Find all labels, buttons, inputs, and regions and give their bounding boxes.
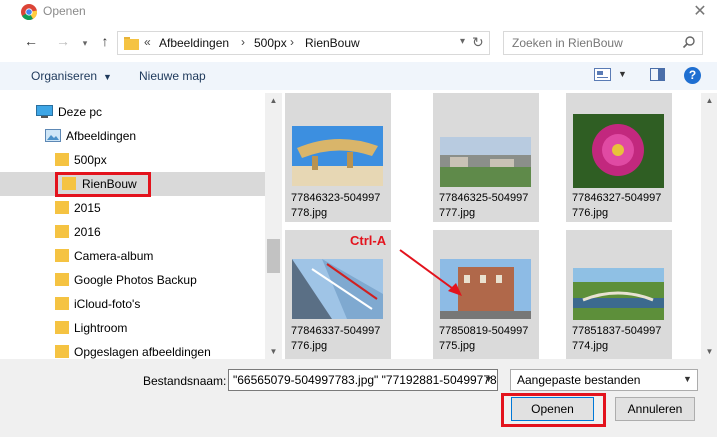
tree-label: Lightroom	[74, 321, 128, 335]
scroll-down-icon[interactable]: ▼	[265, 347, 282, 356]
file-type-select[interactable]: Aangepaste bestanden ▼	[510, 369, 698, 391]
scroll-up-icon[interactable]: ▲	[265, 96, 282, 105]
file-name: 77846323-504997 778.jpg	[291, 192, 381, 219]
file-tile[interactable]: 77846323-504997 778.jpg	[285, 93, 391, 222]
folder-icon	[55, 249, 69, 262]
tree-item-opgeslagen-afbeeldingen[interactable]: Opgeslagen afbeeldingen	[0, 340, 265, 359]
tree-label: Google Photos Backup	[74, 273, 197, 287]
file-name: 77846327-504997 776.jpg	[572, 192, 662, 219]
tree-item-deze-pc[interactable]: Deze pc	[0, 100, 265, 124]
tree-label: Afbeeldingen	[66, 129, 137, 143]
tree-item-google-photos-backup[interactable]: Google Photos Backup	[0, 268, 265, 292]
file-tile[interactable]: 77846337-504997 776.jpg	[285, 230, 391, 359]
search-placeholder: Zoeken in RienBouw	[512, 36, 623, 50]
tree-item-2015[interactable]: 2015	[0, 196, 265, 220]
file-name: 77850819-504997 775.jpg	[439, 325, 529, 352]
tree-item-camera-album[interactable]: Camera-album	[0, 244, 265, 268]
refresh-icon[interactable]: ↻	[472, 34, 484, 51]
file-name: 77846337-504997 776.jpg	[291, 325, 381, 352]
thumbnail	[573, 268, 664, 320]
filename-input[interactable]: "66565079-504997783.jpg" "77192881-50499…	[228, 369, 498, 391]
folder-icon	[55, 345, 69, 358]
thumbnail	[440, 137, 531, 187]
scroll-down-icon[interactable]: ▼	[701, 347, 717, 356]
breadcrumb-rienbouw[interactable]: RienBouw	[305, 36, 360, 50]
computer-icon	[36, 105, 53, 118]
title-bar: Openen ✕	[0, 0, 717, 24]
thumbnail	[292, 126, 383, 186]
forward-arrow-icon[interactable]: →	[54, 33, 72, 49]
folder-icon	[55, 321, 69, 334]
breadcrumb-overflow[interactable]: «	[144, 35, 151, 49]
organize-menu[interactable]: Organiseren ▼	[31, 69, 112, 83]
up-arrow-icon[interactable]: ↑	[96, 33, 114, 49]
cancel-button[interactable]: Annuleren	[615, 397, 695, 421]
annotation-arrow	[399, 249, 462, 296]
filename-value: "66565079-504997783.jpg" "77192881-50499…	[233, 373, 497, 387]
file-tile[interactable]: 77851837-504997 774.jpg	[566, 230, 672, 359]
tree-label: Deze pc	[58, 105, 103, 119]
tree-item-icloud-fotos[interactable]: iCloud-foto's	[0, 292, 265, 316]
folder-icon	[55, 273, 69, 286]
tree-label: 2015	[74, 201, 101, 215]
tree-label: Opgeslagen afbeeldingen	[74, 345, 211, 359]
annotation-highlight-rienbouw	[55, 172, 151, 197]
tree-item-lightroom[interactable]: Lightroom	[0, 316, 265, 340]
address-bar[interactable]: « Afbeeldingen › 500px › RienBouw ▾ ↻	[117, 31, 490, 55]
file-tile[interactable]: 77846325-504997 777.jpg	[433, 93, 539, 222]
file-name: 77846325-504997 777.jpg	[439, 192, 529, 219]
breadcrumb-separator: ›	[290, 35, 294, 49]
dialog-footer: Bestandsnaam: "66565079-504997783.jpg" "…	[0, 359, 717, 437]
file-tile[interactable]: 77846327-504997 776.jpg	[566, 93, 672, 222]
file-list: 77846323-504997 778.jpg 77846325-504997 77…	[285, 93, 717, 359]
tree-item-500px[interactable]: 500px	[0, 148, 265, 172]
folder-icon	[55, 153, 69, 166]
breadcrumb-500px[interactable]: 500px	[254, 36, 287, 50]
chevron-down-icon[interactable]: ▾	[460, 36, 465, 47]
view-options-icon[interactable]	[594, 68, 611, 81]
content-scrollbar[interactable]: ▲ ▼	[701, 93, 717, 359]
tree-label: iCloud-foto's	[74, 297, 141, 311]
back-arrow-icon[interactable]: ←	[22, 33, 40, 49]
thumbnail	[573, 114, 664, 188]
navigation-pane: Deze pc Afbeeldingen 500px RienBouw 2015…	[0, 93, 282, 359]
file-name: 77851837-504997 774.jpg	[572, 325, 662, 352]
organize-label: Organiseren	[31, 69, 98, 83]
scroll-up-icon[interactable]: ▲	[701, 96, 717, 105]
nav-scrollbar-thumb[interactable]	[267, 239, 280, 273]
search-icon	[682, 36, 695, 49]
preview-pane-icon[interactable]	[650, 68, 665, 81]
chevron-down-icon: ▼	[683, 374, 692, 384]
search-field[interactable]: Zoeken in RienBouw	[503, 31, 703, 55]
tree-label: 500px	[74, 153, 107, 167]
pictures-folder-icon	[45, 129, 61, 142]
command-bar: Organiseren ▼ Nieuwe map ▼ ?	[0, 62, 717, 90]
folder-icon	[55, 225, 69, 238]
recent-chevron-icon[interactable]: ▾	[76, 38, 94, 49]
chevron-down-icon: ▼	[103, 72, 112, 82]
thumbnail	[292, 259, 383, 319]
tree-label: 2016	[74, 225, 101, 239]
breadcrumb-afbeeldingen[interactable]: Afbeeldingen	[159, 36, 229, 50]
folder-icon	[55, 201, 69, 214]
tree-label: Camera-album	[74, 249, 154, 263]
folder-icon	[55, 297, 69, 310]
tree-item-afbeeldingen[interactable]: Afbeeldingen	[0, 124, 265, 148]
chevron-down-icon[interactable]: ▼	[618, 69, 627, 79]
new-folder-button[interactable]: Nieuwe map	[139, 69, 206, 83]
nav-scrollbar[interactable]: ▲ ▼	[265, 93, 282, 359]
chrome-icon	[21, 4, 37, 20]
filename-label: Bestandsnaam:	[143, 374, 227, 388]
window-title: Openen	[43, 4, 86, 18]
file-type-value: Aangepaste bestanden	[517, 373, 641, 387]
tree-item-2016[interactable]: 2016	[0, 220, 265, 244]
close-icon[interactable]: ✕	[690, 1, 710, 21]
chevron-down-icon[interactable]: ▼	[484, 374, 493, 384]
folder-icon	[124, 37, 139, 50]
help-icon[interactable]: ?	[684, 67, 701, 84]
breadcrumb-separator: ›	[241, 35, 245, 49]
annotation-highlight-open	[501, 393, 606, 427]
